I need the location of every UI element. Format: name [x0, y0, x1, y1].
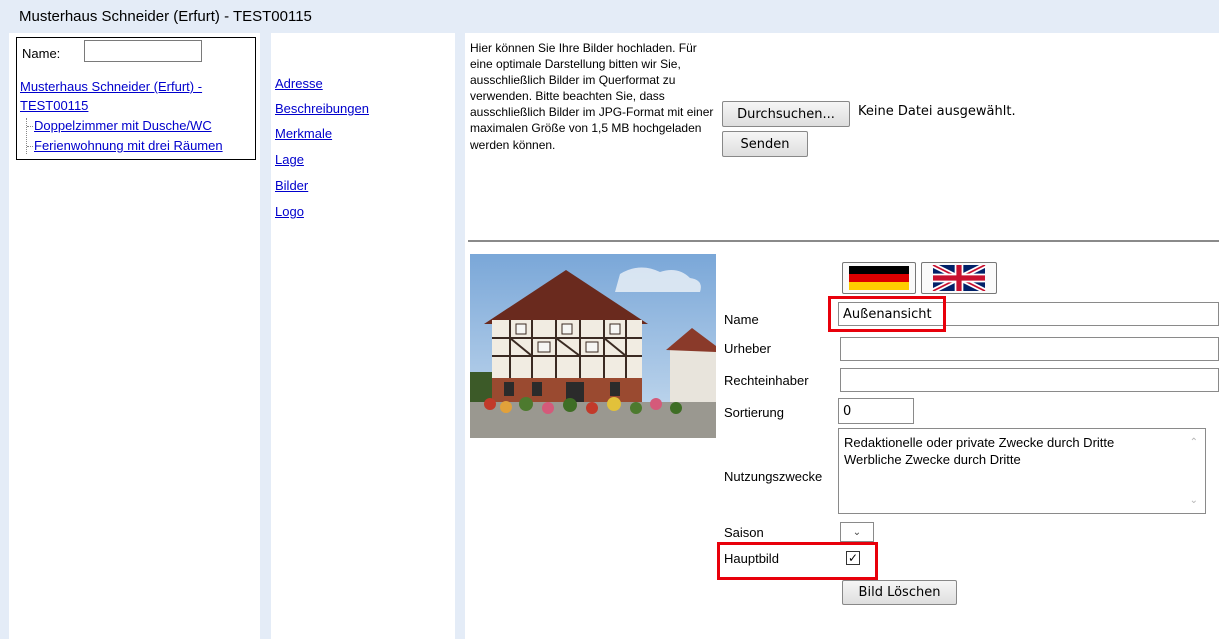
sort-label: Sortierung: [724, 405, 784, 420]
scroll-up-icon[interactable]: ⌃: [1190, 434, 1198, 451]
usage-label: Nutzungszwecke: [724, 469, 823, 484]
browse-button[interactable]: Durchsuchen...: [722, 101, 850, 127]
tree-connector: [27, 146, 33, 147]
usage-option[interactable]: Redaktionelle oder private Zwecke durch …: [844, 434, 1205, 451]
scroll-down-icon[interactable]: ⌄: [1190, 492, 1198, 509]
sort-input[interactable]: 0: [838, 398, 914, 424]
usage-option[interactable]: Werbliche Zwecke durch Dritte: [844, 451, 1205, 468]
name-filter-input[interactable]: [84, 40, 202, 62]
column-separator-1: [260, 33, 271, 639]
author-label: Urheber: [724, 341, 771, 356]
nav-link-logo[interactable]: Logo: [275, 204, 304, 219]
nav-link-adresse[interactable]: Adresse: [275, 76, 323, 91]
title-bar: Musterhaus Schneider (Erfurt) - TEST0011…: [0, 0, 1219, 33]
name-label: Name: [724, 312, 759, 327]
image-thumbnail: [470, 254, 716, 438]
usage-listbox[interactable]: Redaktionelle oder private Zwecke durch …: [838, 428, 1206, 514]
language-de-button[interactable]: [842, 262, 916, 294]
rights-holder-label: Rechteinhaber: [724, 373, 809, 388]
no-file-status: Keine Datei ausgewählt.: [858, 104, 1016, 119]
nav-link-beschreibungen[interactable]: Beschreibungen: [275, 101, 369, 116]
tree-child-link[interactable]: Doppelzimmer mit Dusche/WC: [34, 118, 212, 134]
send-button[interactable]: Senden: [722, 131, 808, 157]
de-flag-icon: [849, 266, 909, 290]
delete-image-button[interactable]: Bild Löschen: [842, 580, 957, 605]
section-divider: [468, 240, 1219, 242]
main-image-highlight: [717, 542, 878, 580]
tree-root-link[interactable]: Musterhaus Schneider (Erfurt) - TEST0011…: [20, 77, 245, 115]
nav-link-lage[interactable]: Lage: [275, 152, 304, 167]
author-input[interactable]: [840, 337, 1219, 361]
tree-connector: [26, 118, 27, 154]
nav-link-merkmale[interactable]: Merkmale: [275, 126, 332, 141]
rights-holder-input[interactable]: [840, 368, 1219, 392]
tree-connector: [27, 126, 33, 127]
season-label: Saison: [724, 525, 764, 540]
left-gutter: [0, 33, 9, 639]
column-separator-2: [455, 33, 465, 639]
season-select[interactable]: ⌄: [840, 522, 874, 542]
language-en-button[interactable]: [921, 262, 997, 294]
upload-instructions: Hier können Sie Ihre Bilder hochladen. F…: [470, 41, 714, 152]
page-title: Musterhaus Schneider (Erfurt) - TEST0011…: [19, 8, 312, 25]
name-highlight: [828, 296, 946, 332]
tree-child-link[interactable]: Ferienwohnung mit drei Räumen: [34, 138, 223, 154]
uk-flag-icon: [931, 265, 987, 291]
nav-link-bilder[interactable]: Bilder: [275, 178, 308, 193]
chevron-down-icon: ⌄: [852, 526, 862, 538]
name-filter-label: Name:: [22, 46, 61, 61]
